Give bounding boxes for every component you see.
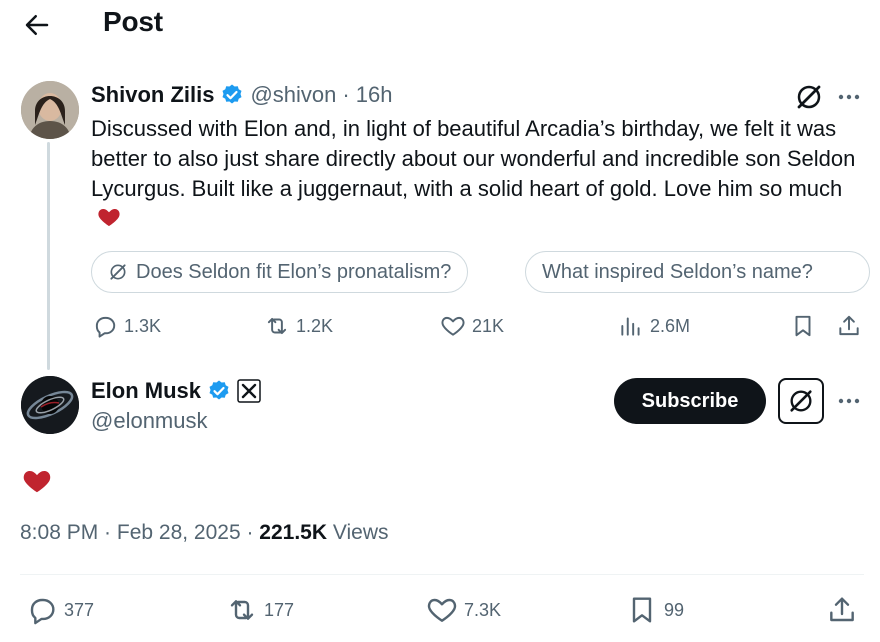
bookmark-button[interactable]: [790, 313, 816, 339]
grok-button[interactable]: [794, 82, 824, 112]
post-content: [22, 466, 52, 496]
bookmark-icon: [795, 315, 811, 337]
reply-button[interactable]: 377: [26, 594, 94, 626]
page-title: Post: [103, 6, 163, 37]
post-time[interactable]: 16h: [356, 82, 393, 108]
author-name[interactable]: Elon Musk: [91, 378, 201, 404]
verified-badge-icon: [209, 380, 229, 400]
heart-outline-icon: [441, 316, 465, 336]
arrow-left-icon: [25, 15, 49, 35]
x-logo-badge-icon: [237, 379, 261, 403]
grok-icon: [790, 390, 812, 412]
like-button[interactable]: 21K: [440, 313, 504, 339]
divider: [20, 574, 864, 575]
views-label: Views: [327, 521, 389, 544]
parent-post-header: Shivon Zilis @shivon · 16h: [91, 82, 392, 108]
reply-icon: [95, 316, 116, 338]
more-horizontal-icon: [838, 398, 860, 404]
post-text: Discussed with Elon and, in light of bea…: [91, 114, 861, 234]
bookmark-count: 99: [664, 599, 685, 620]
more-options-button[interactable]: [834, 386, 864, 416]
views-button[interactable]: 2.6M: [618, 313, 690, 339]
repost-icon: [230, 600, 254, 620]
author-name[interactable]: Shivon Zilis: [91, 82, 214, 108]
verified-badge-icon: [222, 84, 242, 104]
share-icon: [830, 597, 854, 622]
views-count: 221.5K: [259, 521, 328, 544]
suggestion-label: Does Seldon fit Elon’s pronatalism?: [136, 260, 452, 283]
main-post-header: Elon Musk: [91, 378, 261, 404]
share-button[interactable]: [836, 313, 862, 339]
post-metadata: 8:08 PM · Feb 28, 2025 · 221.5K Views: [20, 521, 389, 545]
repost-button[interactable]: 177: [226, 594, 294, 626]
reply-button[interactable]: 1.3K: [92, 313, 161, 339]
views-count: 2.6M: [650, 315, 691, 336]
repost-count: 1.2K: [296, 315, 334, 336]
suggestion-label: What inspired Seldon’s name?: [542, 260, 813, 283]
author-handle[interactable]: @shivon: [250, 82, 336, 108]
avatar[interactable]: [21, 81, 79, 139]
separator: ·: [342, 82, 350, 107]
analytics-icon: [621, 317, 640, 336]
heart-outline-icon: [427, 598, 457, 622]
like-button[interactable]: 7.3K: [426, 594, 501, 626]
red-heart-icon: [98, 209, 120, 226]
avatar-image: [21, 81, 79, 139]
post-text-body: Discussed with Elon and, in light of bea…: [91, 116, 856, 201]
grok-icon: [110, 264, 126, 280]
like-count: 21K: [472, 315, 505, 336]
reply-count: 377: [64, 599, 95, 620]
repost-count: 177: [264, 599, 295, 620]
more-horizontal-icon: [838, 94, 860, 100]
bookmark-icon: [632, 597, 652, 623]
author-handle[interactable]: @elonmusk: [91, 408, 208, 434]
reply-icon: [30, 598, 55, 625]
grok-button[interactable]: [778, 378, 824, 424]
reply-count: 1.3K: [124, 315, 162, 336]
like-count: 7.3K: [464, 599, 502, 620]
bookmark-button[interactable]: 99: [626, 594, 684, 626]
more-options-button[interactable]: [834, 82, 864, 112]
avatar-image: [21, 376, 79, 434]
avatar[interactable]: [21, 376, 79, 434]
grok-icon: [797, 85, 821, 109]
suggestion-chip[interactable]: Does Seldon fit Elon’s pronatalism?: [91, 251, 469, 293]
thread-line: [47, 142, 50, 370]
back-button[interactable]: [22, 10, 52, 40]
post-datetime[interactable]: 8:08 PM · Feb 28, 2025 ·: [20, 521, 259, 544]
repost-button[interactable]: 1.2K: [264, 313, 333, 339]
red-heart-icon: [23, 471, 51, 493]
repost-icon: [267, 317, 287, 335]
share-icon: [839, 315, 859, 336]
suggestion-chip[interactable]: What inspired Seldon’s name?: [525, 251, 870, 293]
subscribe-button[interactable]: Subscribe: [614, 378, 766, 424]
share-button[interactable]: [826, 594, 858, 626]
